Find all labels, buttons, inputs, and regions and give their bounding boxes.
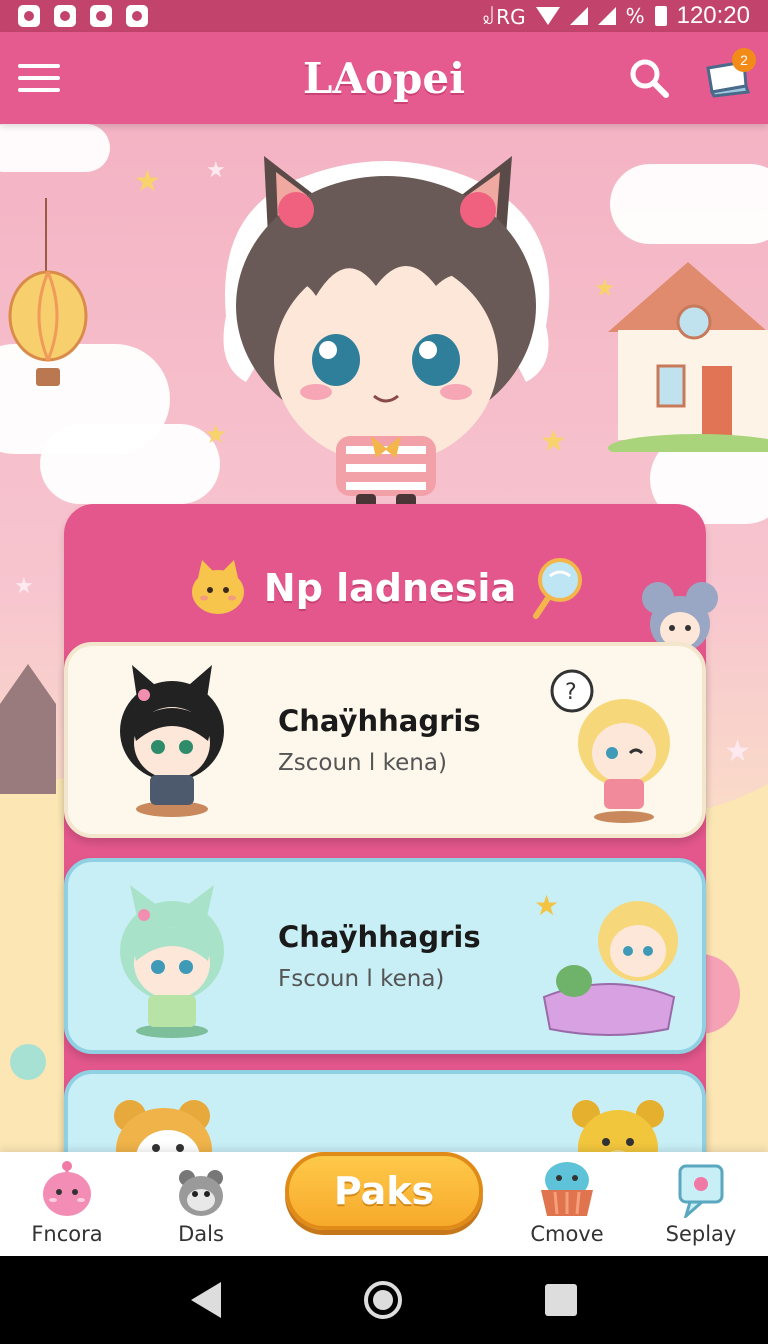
speech-bubble-icon <box>678 1164 724 1218</box>
bottom-navigation: Fncora Dals Paks Cmove Seplay <box>0 1152 768 1256</box>
nav-label: Fncora <box>31 1222 103 1246</box>
nav-item-seplay[interactable]: Seplay <box>634 1152 768 1256</box>
list-item[interactable]: Chaÿhhagris Fscoun l kena) ★ <box>64 858 706 1054</box>
nav-item-cmove[interactable]: Cmove <box>500 1152 634 1256</box>
nav-item-fncora[interactable]: Fncora <box>0 1152 134 1256</box>
recent-apps-icon[interactable] <box>544 1284 577 1316</box>
house-icon <box>608 262 768 452</box>
battery-icon <box>654 6 667 26</box>
hero-character-illustration <box>223 156 550 532</box>
wifi-icon <box>535 7 560 25</box>
search-icon[interactable] <box>628 57 670 99</box>
nav-label: Cmove <box>530 1222 604 1246</box>
cart-badge: 2 <box>732 48 756 72</box>
system-navigation-bar <box>0 1256 768 1344</box>
paks-button-label: Paks <box>333 1169 435 1213</box>
notification-icon <box>126 5 148 27</box>
lollipop-icon <box>533 558 583 619</box>
svg-text:?: ? <box>565 680 577 705</box>
notification-icon <box>18 5 40 27</box>
clock: 120:20 <box>676 2 750 29</box>
black-cat-girl-avatar <box>120 665 224 817</box>
list-item-subtitle: Fscoun l kena) <box>278 966 445 992</box>
grey-cat-icon <box>179 1170 223 1216</box>
app-bar: LAopei 2 <box>0 32 768 124</box>
nav-label: Dals <box>178 1222 224 1246</box>
svg-text:★: ★ <box>534 889 559 922</box>
status-indicators: ꒻RG % 120:20 <box>481 2 750 30</box>
list-item-title: Chaÿhhagris <box>278 920 481 954</box>
paks-button[interactable]: Paks <box>285 1152 483 1230</box>
signal-icon <box>569 7 588 25</box>
mint-cat-girl-avatar <box>120 885 224 1038</box>
battery-percent-symbol: % <box>625 4 645 28</box>
section-title: Np ladnesia <box>263 566 517 610</box>
list-item-title: Chaÿhhagris <box>278 704 481 738</box>
cupcake-icon <box>541 1162 593 1216</box>
notification-icon <box>54 5 76 27</box>
cart-icon[interactable]: 2 <box>704 48 756 98</box>
pink-monster-icon <box>43 1161 91 1216</box>
cat-mascot-icon <box>191 560 244 614</box>
girl-with-cake-illustration: ★ <box>534 889 678 1036</box>
section-header: Np ladnesia <box>64 548 706 628</box>
list-item[interactable]: Chaÿhhagris Zscoun l kena) ? <box>64 642 706 838</box>
network-type: ꒻RG <box>480 5 526 29</box>
list-item-subtitle: Zscoun l kena) <box>278 750 447 776</box>
notification-icon <box>90 5 112 27</box>
nav-label: Seplay <box>665 1222 737 1246</box>
signal-icon <box>597 7 616 25</box>
back-icon[interactable] <box>191 1282 222 1318</box>
nav-item-dals[interactable]: Dals <box>134 1152 268 1256</box>
status-bar: ꒻RG % 120:20 <box>0 0 768 32</box>
hot-air-balloon-icon <box>8 198 88 386</box>
notification-icons <box>18 5 148 27</box>
home-icon[interactable] <box>363 1281 402 1319</box>
blonde-girl-waving-illustration: ? <box>550 669 670 823</box>
menu-icon[interactable] <box>18 60 60 96</box>
